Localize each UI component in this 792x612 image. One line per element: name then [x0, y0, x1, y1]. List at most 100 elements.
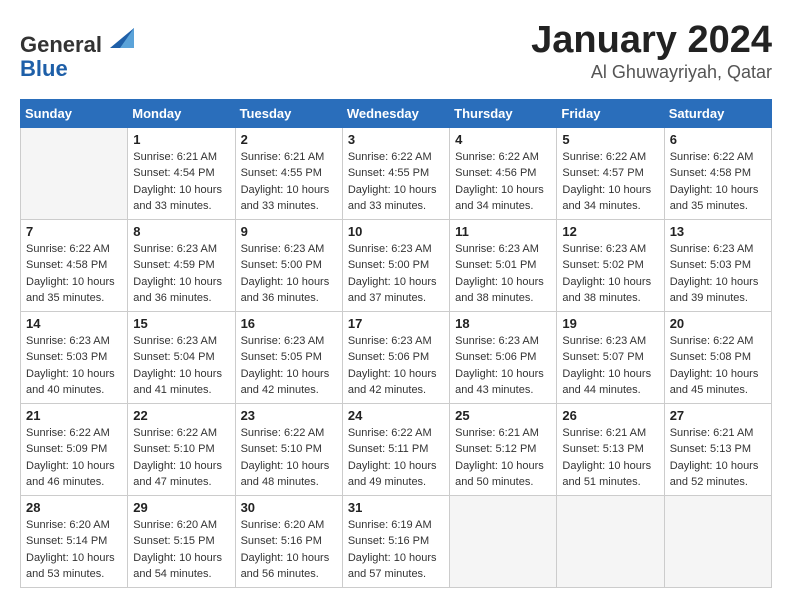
info-line: Sunset: 5:10 PM — [241, 441, 337, 458]
day-number: 9 — [241, 224, 337, 239]
calendar-week-row: 7Sunrise: 6:22 AMSunset: 4:58 PMDaylight… — [21, 219, 772, 311]
day-info: Sunrise: 6:23 AMSunset: 5:03 PMDaylight:… — [670, 241, 766, 307]
logo-blue: Blue — [20, 56, 68, 81]
calendar-header-row: Sunday Monday Tuesday Wednesday Thursday… — [21, 99, 772, 127]
info-line: Daylight: 10 hours — [26, 274, 122, 291]
info-line: Sunrise: 6:23 AM — [455, 333, 551, 350]
info-line: and 42 minutes. — [241, 382, 337, 399]
info-line: Daylight: 10 hours — [455, 182, 551, 199]
table-row: 26Sunrise: 6:21 AMSunset: 5:13 PMDayligh… — [557, 403, 664, 495]
day-number: 7 — [26, 224, 122, 239]
day-info: Sunrise: 6:20 AMSunset: 5:16 PMDaylight:… — [241, 517, 337, 583]
info-line: and 38 minutes. — [455, 290, 551, 307]
info-line: Daylight: 10 hours — [133, 550, 229, 567]
info-line: Sunrise: 6:23 AM — [455, 241, 551, 258]
table-row: 10Sunrise: 6:23 AMSunset: 5:00 PMDayligh… — [342, 219, 449, 311]
info-line: Sunset: 5:10 PM — [133, 441, 229, 458]
info-line: and 46 minutes. — [26, 474, 122, 491]
info-line: Sunset: 5:03 PM — [670, 257, 766, 274]
page-header: General Blue January 2024 Al Ghuwayriyah… — [20, 20, 772, 83]
info-line: Sunrise: 6:23 AM — [26, 333, 122, 350]
day-info: Sunrise: 6:22 AMSunset: 5:09 PMDaylight:… — [26, 425, 122, 491]
info-line: Sunset: 5:03 PM — [26, 349, 122, 366]
info-line: Sunrise: 6:23 AM — [133, 333, 229, 350]
day-number: 16 — [241, 316, 337, 331]
day-info: Sunrise: 6:21 AMSunset: 5:12 PMDaylight:… — [455, 425, 551, 491]
day-number: 6 — [670, 132, 766, 147]
info-line: and 47 minutes. — [133, 474, 229, 491]
day-info: Sunrise: 6:23 AMSunset: 5:05 PMDaylight:… — [241, 333, 337, 399]
day-info: Sunrise: 6:22 AMSunset: 4:56 PMDaylight:… — [455, 149, 551, 215]
calendar-week-row: 28Sunrise: 6:20 AMSunset: 5:14 PMDayligh… — [21, 495, 772, 587]
info-line: Daylight: 10 hours — [455, 274, 551, 291]
info-line: Daylight: 10 hours — [348, 458, 444, 475]
info-line: Sunset: 4:58 PM — [26, 257, 122, 274]
table-row — [664, 495, 771, 587]
info-line: Daylight: 10 hours — [348, 550, 444, 567]
table-row — [557, 495, 664, 587]
info-line: Sunrise: 6:20 AM — [133, 517, 229, 534]
info-line: Sunrise: 6:22 AM — [133, 425, 229, 442]
day-number: 17 — [348, 316, 444, 331]
day-info: Sunrise: 6:21 AMSunset: 4:55 PMDaylight:… — [241, 149, 337, 215]
info-line: Sunrise: 6:23 AM — [133, 241, 229, 258]
day-info: Sunrise: 6:23 AMSunset: 5:04 PMDaylight:… — [133, 333, 229, 399]
col-friday: Friday — [557, 99, 664, 127]
info-line: Sunrise: 6:23 AM — [241, 241, 337, 258]
info-line: Sunrise: 6:21 AM — [241, 149, 337, 166]
table-row: 25 Sunrise: 6:21 AMSunset: 5:12 PMDayligh… — [450, 403, 557, 495]
day-number: 12 — [562, 224, 658, 239]
info-line: and 51 minutes. — [562, 474, 658, 491]
info-line: and 50 minutes. — [455, 474, 551, 491]
day-info: Sunrise: 6:22 AMSunset: 5:08 PMDaylight:… — [670, 333, 766, 399]
day-info: Sunrise: 6:19 AMSunset: 5:16 PMDaylight:… — [348, 517, 444, 583]
info-line: and 41 minutes. — [133, 382, 229, 399]
day-number: 18 — [455, 316, 551, 331]
day-info: Sunrise: 6:23 AMSunset: 5:07 PMDaylight:… — [562, 333, 658, 399]
info-line: Daylight: 10 hours — [241, 274, 337, 291]
info-line: and 49 minutes. — [348, 474, 444, 491]
day-info: Sunrise: 6:23 AMSunset: 5:00 PMDaylight:… — [241, 241, 337, 307]
table-row: 8Sunrise: 6:23 AMSunset: 4:59 PMDaylight… — [128, 219, 235, 311]
day-number: 25 — [455, 408, 551, 423]
info-line: Sunset: 5:15 PM — [133, 533, 229, 550]
day-number: 31 — [348, 500, 444, 515]
info-line: Sunrise: 6:22 AM — [241, 425, 337, 442]
table-row: 11 Sunrise: 6:23 AMSunset: 5:01 PMDayligh… — [450, 219, 557, 311]
info-line: Sunrise: 6:22 AM — [455, 149, 551, 166]
day-number: 4 — [455, 132, 551, 147]
table-row: 27Sunrise: 6:21 AMSunset: 5:13 PMDayligh… — [664, 403, 771, 495]
table-row: 2Sunrise: 6:21 AMSunset: 4:55 PMDaylight… — [235, 127, 342, 219]
info-line: Sunset: 5:01 PM — [455, 257, 551, 274]
table-row: 20 Sunrise: 6:22 AMSunset: 5:08 PMDayligh… — [664, 311, 771, 403]
info-line: Sunset: 5:09 PM — [26, 441, 122, 458]
day-info: Sunrise: 6:20 AMSunset: 5:15 PMDaylight:… — [133, 517, 229, 583]
calendar-week-row: 14Sunrise: 6:23 AMSunset: 5:03 PMDayligh… — [21, 311, 772, 403]
info-line: Daylight: 10 hours — [26, 366, 122, 383]
day-info: Sunrise: 6:22 AMSunset: 4:55 PMDaylight:… — [348, 149, 444, 215]
info-line: Daylight: 10 hours — [26, 458, 122, 475]
table-row: 28Sunrise: 6:20 AMSunset: 5:14 PMDayligh… — [21, 495, 128, 587]
info-line: and 40 minutes. — [26, 382, 122, 399]
day-number: 11 — [455, 224, 551, 239]
info-line: Daylight: 10 hours — [455, 458, 551, 475]
day-number: 26 — [562, 408, 658, 423]
info-line: Sunrise: 6:23 AM — [562, 241, 658, 258]
info-line: Sunrise: 6:21 AM — [670, 425, 766, 442]
day-info: Sunrise: 6:20 AMSunset: 5:14 PMDaylight:… — [26, 517, 122, 583]
day-info: Sunrise: 6:23 AMSunset: 5:00 PMDaylight:… — [348, 241, 444, 307]
table-row: 21Sunrise: 6:22 AMSunset: 5:09 PMDayligh… — [21, 403, 128, 495]
info-line: Daylight: 10 hours — [562, 182, 658, 199]
info-line: Sunset: 5:02 PM — [562, 257, 658, 274]
info-line: and 38 minutes. — [562, 290, 658, 307]
day-info: Sunrise: 6:23 AMSunset: 5:06 PMDaylight:… — [455, 333, 551, 399]
info-line: Sunrise: 6:22 AM — [348, 149, 444, 166]
day-info: Sunrise: 6:23 AMSunset: 5:02 PMDaylight:… — [562, 241, 658, 307]
table-row — [21, 127, 128, 219]
day-info: Sunrise: 6:23 AMSunset: 5:06 PMDaylight:… — [348, 333, 444, 399]
info-line: Daylight: 10 hours — [133, 458, 229, 475]
info-line: Sunrise: 6:21 AM — [562, 425, 658, 442]
day-number: 20 — [670, 316, 766, 331]
info-line: Daylight: 10 hours — [562, 458, 658, 475]
info-line: Daylight: 10 hours — [133, 182, 229, 199]
